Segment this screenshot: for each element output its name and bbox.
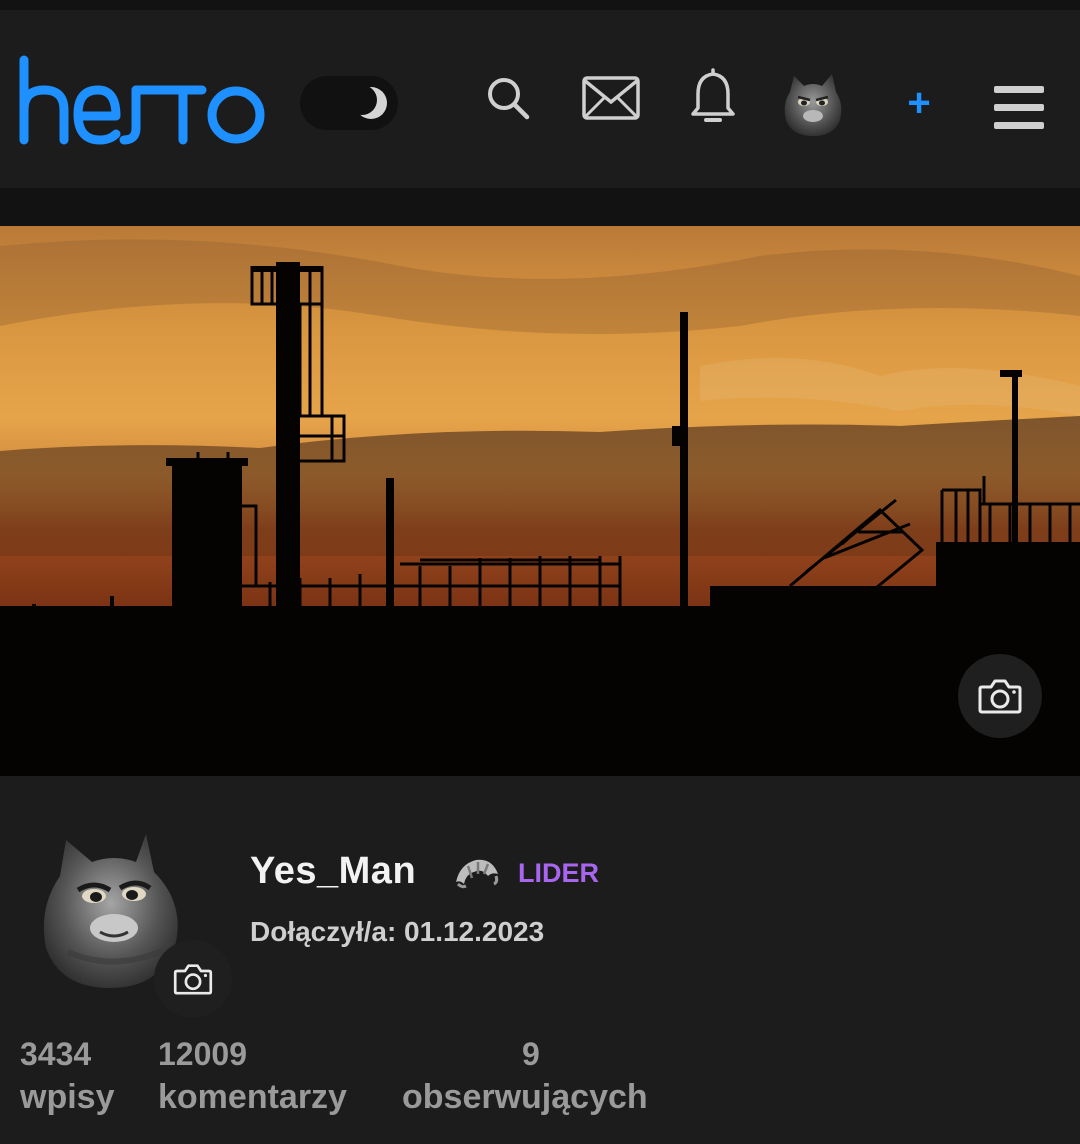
stat-followers-count[interactable]: 9	[522, 1036, 540, 1073]
stat-comments-label[interactable]: komentarzy	[158, 1078, 347, 1117]
theme-toggle[interactable]	[300, 76, 398, 130]
top-navigation-bar: +	[0, 10, 1080, 188]
bell-icon[interactable]	[690, 68, 736, 128]
croissant-icon	[456, 859, 499, 889]
banner-industrial-sunset-scene	[0, 226, 1080, 776]
moon-icon	[354, 86, 387, 119]
search-icon[interactable]	[484, 74, 532, 122]
stat-followers-label[interactable]: obserwujących	[402, 1078, 648, 1117]
top-strip	[0, 0, 1080, 10]
stat-posts-count[interactable]: 3434	[20, 1036, 91, 1073]
add-post-button[interactable]: +	[896, 80, 942, 126]
join-date: Dołączył/a: 01.12.2023	[250, 916, 545, 947]
profile-banner-image	[0, 226, 1080, 776]
mail-icon[interactable]	[582, 76, 640, 120]
camera-icon	[978, 679, 1022, 714]
stat-posts-label[interactable]: wpisy	[20, 1078, 114, 1117]
camera-icon	[173, 964, 213, 995]
stat-comments-count[interactable]: 12009	[158, 1036, 247, 1073]
hamburger-menu-icon[interactable]	[994, 86, 1044, 130]
change-avatar-button[interactable]	[154, 940, 232, 1018]
profile-username: Yes_Man	[250, 850, 417, 892]
header-divider	[0, 188, 1080, 226]
change-banner-button[interactable]	[958, 654, 1042, 738]
hejto-logo[interactable]	[18, 54, 268, 146]
user-avatar[interactable]	[780, 72, 846, 138]
rank-badge: LIDER	[518, 858, 599, 888]
